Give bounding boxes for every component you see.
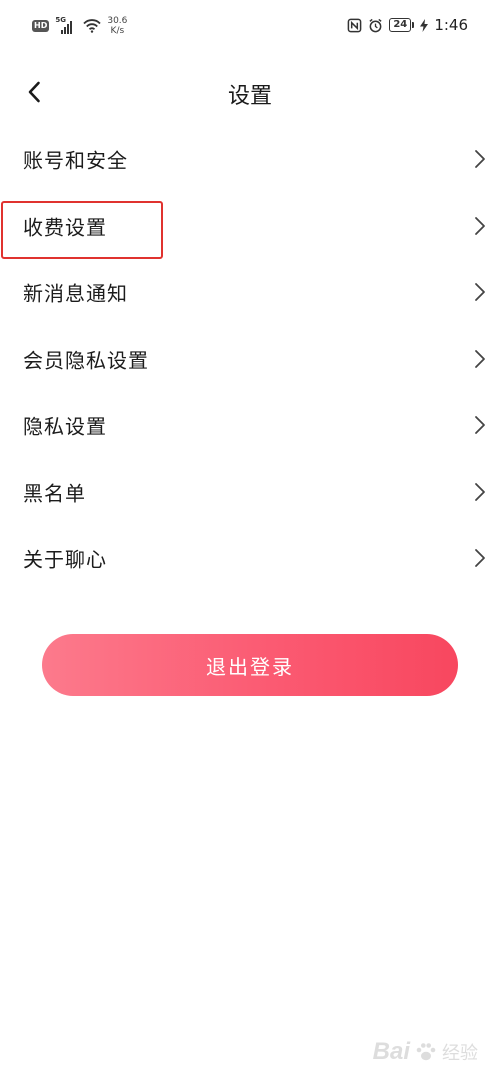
page-title: 设置 bbox=[227, 84, 272, 109]
wifi-icon bbox=[83, 19, 101, 33]
settings-item-label: 会员隐私设置 bbox=[23, 348, 149, 373]
settings-item-fee-settings[interactable]: 收费设置 bbox=[0, 193, 500, 260]
watermark-suffix: 经验 bbox=[442, 1043, 478, 1064]
watermark-brand: Bai bbox=[372, 1038, 410, 1065]
chevron-right-icon bbox=[475, 349, 485, 368]
hd-badge: HD bbox=[32, 20, 50, 32]
settings-item-label: 关于聊心 bbox=[23, 547, 107, 572]
chevron-right-icon bbox=[475, 416, 485, 435]
settings-item-label: 隐私设置 bbox=[23, 414, 107, 439]
logout-button[interactable]: 退出登录 bbox=[42, 634, 458, 696]
status-bar: HD 5G 30.6 K/s 24 1:46 bbox=[0, 0, 500, 52]
settings-item-account-security[interactable]: 账号和安全 bbox=[0, 126, 500, 193]
chevron-right-icon bbox=[475, 549, 485, 568]
settings-item-about[interactable]: 关于聊心 bbox=[0, 525, 500, 592]
chevron-right-icon bbox=[475, 482, 485, 501]
status-right: 24 1:46 bbox=[347, 16, 468, 34]
signal-icon: 5G bbox=[55, 16, 77, 34]
settings-item-member-privacy[interactable]: 会员隐私设置 bbox=[0, 326, 500, 393]
status-left: HD 5G 30.6 K/s bbox=[32, 16, 127, 36]
chevron-right-icon bbox=[475, 283, 485, 302]
settings-item-label: 账号和安全 bbox=[23, 148, 128, 173]
chevron-right-icon bbox=[475, 150, 485, 169]
nfc-icon bbox=[347, 18, 362, 32]
battery-indicator: 24 bbox=[389, 18, 415, 32]
chevron-right-icon bbox=[475, 216, 485, 235]
settings-list: 账号和安全 收费设置 新消息通知 会员隐私设置 隐私设置 黑名单 关于聊心 bbox=[0, 126, 500, 592]
clock: 1:46 bbox=[434, 16, 468, 34]
settings-item-label: 黑名单 bbox=[23, 481, 86, 506]
settings-item-privacy[interactable]: 隐私设置 bbox=[0, 392, 500, 459]
header: 设置 bbox=[0, 60, 500, 124]
network-speed: 30.6 K/s bbox=[107, 16, 127, 36]
settings-item-label: 收费设置 bbox=[23, 215, 107, 240]
charging-bolt-icon bbox=[420, 18, 429, 32]
battery-level: 24 bbox=[389, 18, 412, 32]
settings-item-new-message-notification[interactable]: 新消息通知 bbox=[0, 259, 500, 326]
alarm-icon bbox=[369, 18, 382, 32]
settings-item-label: 新消息通知 bbox=[23, 281, 128, 306]
network-speed-value: 30.6 bbox=[107, 16, 128, 26]
paw-icon bbox=[416, 1043, 436, 1061]
watermark: Bai 经验 bbox=[373, 1038, 478, 1066]
network-speed-unit: K/s bbox=[110, 26, 125, 36]
settings-item-blacklist[interactable]: 黑名单 bbox=[0, 459, 500, 526]
